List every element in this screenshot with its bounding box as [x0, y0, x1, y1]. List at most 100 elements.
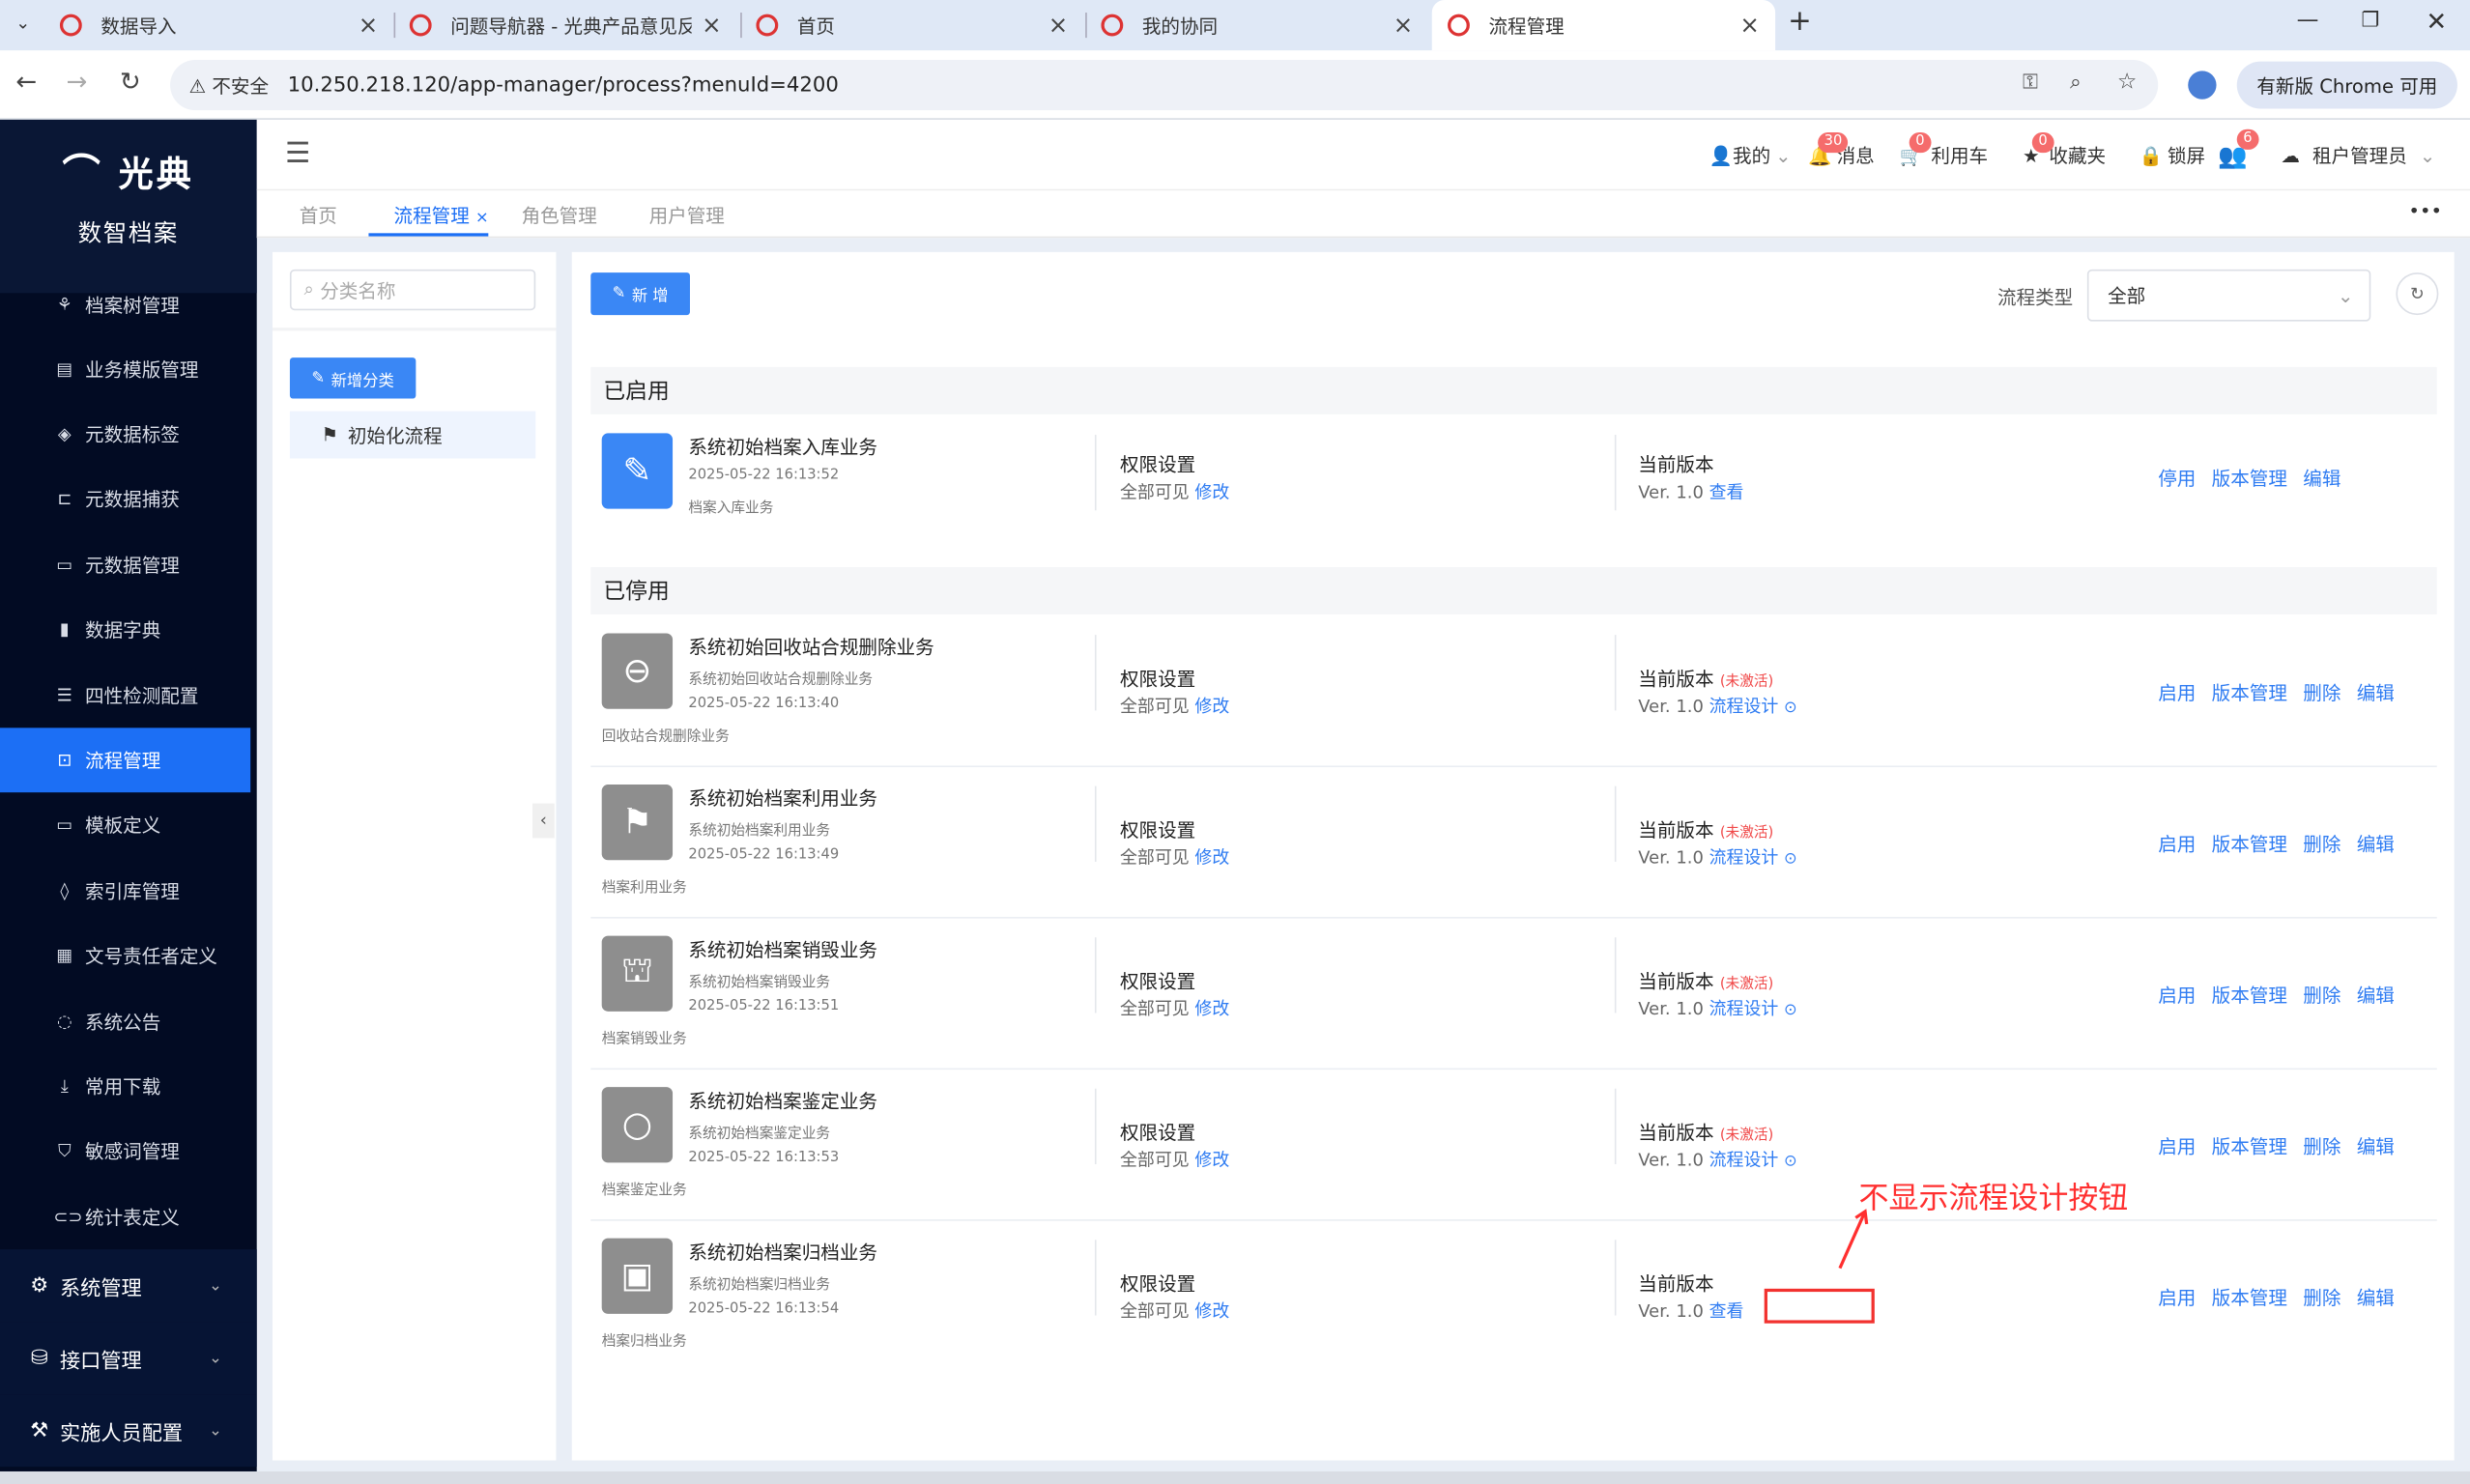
star-icon[interactable]: ☆: [2117, 70, 2137, 95]
delete-link[interactable]: 删除: [2303, 1136, 2341, 1158]
version-manage-link[interactable]: 版本管理: [2212, 1136, 2287, 1158]
add-process-button[interactable]: ✎ 新 增: [590, 272, 690, 316]
version-manage-link[interactable]: 版本管理: [2212, 468, 2287, 490]
url-bar[interactable]: ⚠ 不安全 10.250.218.120/app-manager/process…: [170, 59, 2159, 111]
tag-users[interactable]: 用户管理: [649, 202, 725, 229]
more-icon[interactable]: •••: [2408, 200, 2442, 222]
delete-link[interactable]: 删除: [2303, 985, 2341, 1007]
disable-link[interactable]: 停用: [2158, 468, 2196, 490]
browser-tab[interactable]: 我的协同 ×: [1085, 0, 1428, 50]
version-manage-link[interactable]: 版本管理: [2212, 682, 2287, 704]
category-item[interactable]: ⚑ 初始化流程: [289, 411, 536, 459]
not-secure-label[interactable]: ⚠ 不安全: [189, 71, 269, 99]
delete-link[interactable]: 删除: [2303, 682, 2341, 704]
close-tab-icon[interactable]: ×: [359, 11, 379, 39]
modify-link[interactable]: 修改: [1194, 482, 1229, 502]
reload-icon[interactable]: ↻: [120, 66, 141, 96]
enable-link[interactable]: 启用: [2158, 834, 2196, 856]
view-link[interactable]: 查看: [1709, 482, 1744, 502]
add-category-button[interactable]: ✎ 新增分类: [289, 357, 416, 399]
edit-link[interactable]: 编辑: [2357, 682, 2395, 704]
sidebar-group[interactable]: ⛁ 接口管理 ⌄: [0, 1322, 257, 1395]
process-title: 系统初始档案入库业务: [688, 436, 877, 459]
window-close-icon[interactable]: ✕: [2426, 7, 2447, 37]
sidebar-item[interactable]: ⊏ 元数据捕获: [0, 467, 250, 531]
browser-tab[interactable]: 问题导航器 - 光典产品意见反馈 ×: [394, 0, 737, 50]
sidebar-group[interactable]: ⚒ 实施人员配置 ⌄: [0, 1394, 257, 1468]
sidebar-item[interactable]: ▭ 元数据管理: [0, 532, 250, 597]
lock-screen-button[interactable]: 🔒 锁屏: [2140, 142, 2205, 169]
close-tab-icon[interactable]: ×: [1393, 11, 1414, 39]
back-icon[interactable]: ←: [15, 66, 37, 96]
browser-tab[interactable]: 首页 ×: [740, 0, 1083, 50]
modify-link[interactable]: 修改: [1194, 1301, 1229, 1322]
refresh-button[interactable]: ↻: [2396, 272, 2439, 316]
sidebar-item[interactable]: ◈ 元数据标签: [0, 402, 250, 467]
menu-toggle-icon[interactable]: ☰: [285, 137, 310, 170]
cart-button[interactable]: 🛒 0 利用车: [1900, 131, 1988, 169]
modify-link[interactable]: 修改: [1194, 697, 1229, 717]
close-icon[interactable]: ×: [475, 210, 489, 227]
close-tab-icon[interactable]: ×: [1048, 11, 1069, 39]
browser-tab[interactable]: 数据导入 ×: [44, 0, 394, 50]
tenant-menu[interactable]: ☁ 租户管理员 ⌄: [2281, 142, 2435, 169]
new-tab-button[interactable]: +: [1788, 5, 1812, 38]
sidebar-item[interactable]: ◌ 系统公告: [0, 989, 250, 1054]
sidebar-item[interactable]: ⊂⊃ 统计表定义: [0, 1184, 250, 1249]
process-design-link[interactable]: 流程设计 ⊙: [1709, 1150, 1797, 1170]
collapse-panel-handle[interactable]: ‹: [531, 803, 555, 839]
close-tab-icon[interactable]: ×: [702, 11, 722, 39]
edit-link[interactable]: 编辑: [2357, 834, 2395, 856]
version-manage-link[interactable]: 版本管理: [2212, 834, 2287, 856]
restore-icon[interactable]: ❐: [2362, 10, 2380, 33]
process-type-select[interactable]: 全部 ⌄: [2086, 269, 2371, 322]
minimize-icon[interactable]: —: [2297, 8, 2319, 33]
key-icon[interactable]: ⚿: [2023, 71, 2038, 94]
version-manage-link[interactable]: 版本管理: [2212, 1287, 2287, 1309]
sidebar-item[interactable]: ⛉ 敏感词管理: [0, 1119, 250, 1184]
sidebar-item[interactable]: ⚘ 档案树管理: [0, 272, 250, 337]
enable-link[interactable]: 启用: [2158, 1287, 2196, 1309]
messages-button[interactable]: 🔔 30 消息: [1808, 131, 1875, 169]
edit-link[interactable]: 编辑: [2357, 1136, 2395, 1158]
version-manage-link[interactable]: 版本管理: [2212, 985, 2287, 1007]
browser-tab-active[interactable]: 流程管理 ×: [1431, 0, 1776, 51]
sidebar-group[interactable]: ⚙ 系统管理 ⌄: [0, 1249, 257, 1323]
users-button[interactable]: 👥 6: [2218, 128, 2259, 170]
tag-home[interactable]: 首页: [300, 202, 337, 229]
sidebar-item[interactable]: ▭ 模板定义: [0, 792, 250, 857]
chrome-update-button[interactable]: 有新版 Chrome 可用: [2236, 61, 2457, 109]
sidebar-item[interactable]: ▮ 数据字典: [0, 597, 250, 662]
tag-process[interactable]: 流程管理 ×: [394, 202, 489, 229]
tab-menu-icon[interactable]: ⌄: [15, 13, 30, 33]
edit-link[interactable]: 编辑: [2303, 468, 2341, 490]
zoom-icon[interactable]: ⌕: [2070, 71, 2082, 94]
process-design-link[interactable]: 流程设计 ⊙: [1709, 847, 1797, 868]
sidebar-item[interactable]: ⤓ 常用下载: [0, 1054, 250, 1119]
process-design-link[interactable]: 流程设计 ⊙: [1709, 697, 1797, 717]
delete-link[interactable]: 删除: [2303, 834, 2341, 856]
favorites-button[interactable]: ★ 0 收藏夹: [2023, 131, 2106, 169]
enable-link[interactable]: 启用: [2158, 985, 2196, 1007]
sidebar-item-active[interactable]: ⊡ 流程管理: [0, 728, 251, 793]
modify-link[interactable]: 修改: [1194, 999, 1229, 1019]
sidebar-item[interactable]: ▤ 业务模版管理: [0, 337, 250, 402]
enable-link[interactable]: 启用: [2158, 682, 2196, 704]
view-link[interactable]: 查看: [1709, 1301, 1744, 1322]
category-search-input[interactable]: ⌕ 分类名称: [289, 269, 536, 311]
sidebar-item[interactable]: ▦ 文号责任者定义: [0, 924, 250, 988]
edit-link[interactable]: 编辑: [2357, 1287, 2395, 1309]
close-tab-icon[interactable]: ×: [1739, 11, 1760, 39]
forward-icon[interactable]: →: [66, 66, 87, 96]
sidebar-item[interactable]: ◊ 索引库管理: [0, 859, 250, 924]
process-design-link[interactable]: 流程设计 ⊙: [1709, 999, 1797, 1019]
profile-avatar[interactable]: [2188, 71, 2217, 100]
my-menu[interactable]: 👤 我的 ⌄: [1709, 142, 1792, 169]
enable-link[interactable]: 启用: [2158, 1136, 2196, 1158]
modify-link[interactable]: 修改: [1194, 1150, 1229, 1170]
edit-link[interactable]: 编辑: [2357, 985, 2395, 1007]
sidebar-item[interactable]: ☰ 四性检测配置: [0, 663, 250, 728]
delete-link[interactable]: 删除: [2303, 1287, 2341, 1309]
modify-link[interactable]: 修改: [1194, 847, 1229, 868]
tag-roles[interactable]: 角色管理: [522, 202, 597, 229]
